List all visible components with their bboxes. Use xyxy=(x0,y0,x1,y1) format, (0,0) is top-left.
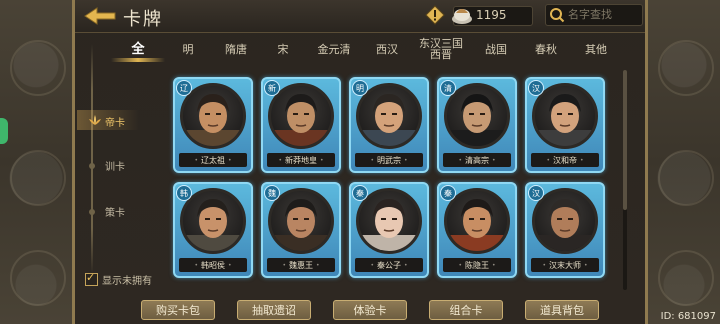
cloud-pattern xyxy=(10,150,66,206)
page-title: 卡牌 xyxy=(123,9,163,30)
dynasty-badge: 秦 xyxy=(440,185,456,201)
character-name: 汉和帝 xyxy=(531,153,599,167)
side-pull-tab[interactable] xyxy=(0,118,8,144)
cloud-pattern xyxy=(658,150,714,206)
dynasty-badge: 魏 xyxy=(264,185,280,201)
subnav-training-cards[interactable]: 训卡 xyxy=(89,158,125,173)
tab-jin-yuan-qing[interactable]: 金元清 xyxy=(305,34,363,64)
combo-card-button[interactable]: 组合卡 xyxy=(429,300,503,320)
search-box[interactable] xyxy=(545,4,643,26)
currency-value: 1195 xyxy=(476,8,507,22)
character-card[interactable]: 清清高宗 xyxy=(437,77,517,173)
cloud-pattern xyxy=(658,40,714,96)
dynasty-badge: 汉 xyxy=(528,80,544,96)
lotus-icon xyxy=(89,115,101,128)
character-card[interactable]: 秦陈隐王 xyxy=(437,182,517,278)
character-name: 清高宗 xyxy=(443,153,511,167)
tab-eastern-han-three-kingdoms[interactable]: 东汉三国 西晋 xyxy=(411,34,471,64)
scroll-thumb[interactable] xyxy=(623,70,627,210)
character-card[interactable]: 韩韩昭侯 xyxy=(173,182,253,278)
back-arrow-icon[interactable] xyxy=(83,6,117,26)
character-card[interactable]: 魏魏惠王 xyxy=(261,182,341,278)
tab-western-han[interactable]: 西汉 xyxy=(363,34,411,64)
dynasty-badge: 秦 xyxy=(352,185,368,201)
subnav-label: 帝卡 xyxy=(105,118,125,129)
tab-spring-autumn[interactable]: 春秋 xyxy=(521,34,571,64)
dynasty-badge: 明 xyxy=(352,80,368,96)
character-card[interactable]: 汉汉和帝 xyxy=(525,77,605,173)
character-name: 新莽地皇 xyxy=(267,153,335,167)
character-name: 明武宗 xyxy=(355,153,423,167)
show-unowned-toggle[interactable]: 显示未拥有 xyxy=(85,271,152,287)
dynasty-badge: 韩 xyxy=(176,185,192,201)
trial-card-button[interactable]: 体验卡 xyxy=(333,300,407,320)
item-bag-button[interactable]: 道具背包 xyxy=(525,300,599,320)
dynasty-badge: 清 xyxy=(440,80,456,96)
currency-display: 1195 xyxy=(450,3,533,27)
show-unowned-label: 显示未拥有 xyxy=(102,276,152,287)
bullet-icon xyxy=(89,208,95,215)
tab-ming[interactable]: 明 xyxy=(165,34,211,64)
show-unowned-checkbox[interactable] xyxy=(85,271,98,286)
bullet-icon xyxy=(89,162,95,169)
subnav-strategy-cards[interactable]: 策卡 xyxy=(89,204,125,219)
subnav-label: 训卡 xyxy=(105,162,125,173)
cloud-pattern xyxy=(658,250,714,306)
header-bar: 卡牌 1195 xyxy=(75,0,645,33)
search-icon[interactable] xyxy=(549,7,565,23)
left-decor-panel xyxy=(0,0,74,324)
right-decor-panel xyxy=(646,0,720,324)
search-input[interactable] xyxy=(568,6,640,22)
dynasty-badge: 汉 xyxy=(528,185,544,201)
cloud-pattern xyxy=(10,250,66,306)
character-card[interactable]: 秦秦公子 xyxy=(349,182,429,278)
cloud-pattern xyxy=(10,40,66,96)
character-card[interactable]: 辽辽太祖 xyxy=(173,77,253,173)
treasure-icon xyxy=(450,3,474,27)
tab-all[interactable]: 全 xyxy=(111,34,165,64)
dynasty-badge: 新 xyxy=(264,80,280,96)
subnav-emperor-cards[interactable]: 帝卡 xyxy=(89,114,125,129)
character-card[interactable]: 汉汉末大师 xyxy=(525,182,605,278)
card-board: 卡牌 1195 名字查找 全 明 隋唐 宋 金元清 西汉 东汉三国 西晋 战国 … xyxy=(72,0,648,324)
tab-song[interactable]: 宋 xyxy=(261,34,305,64)
character-card[interactable]: 新新莽地皇 xyxy=(261,77,341,173)
character-name: 魏惠王 xyxy=(267,258,335,272)
warning-icon[interactable] xyxy=(425,5,445,25)
character-name: 辽太祖 xyxy=(179,153,247,167)
scrollbar[interactable] xyxy=(623,70,627,290)
subnav-label: 策卡 xyxy=(105,208,125,219)
buy-card-pack-button[interactable]: 购买卡包 xyxy=(141,300,215,320)
tab-warring-states[interactable]: 战国 xyxy=(471,34,521,64)
character-card[interactable]: 明明武宗 xyxy=(349,77,429,173)
draw-edict-button[interactable]: 抽取遗诏 xyxy=(237,300,311,320)
tab-other[interactable]: 其他 xyxy=(571,34,621,64)
dynasty-badge: 辽 xyxy=(176,80,192,96)
player-id: ID: 681097 xyxy=(660,311,716,322)
dynasty-tabs: 全 明 隋唐 宋 金元清 西汉 东汉三国 西晋 战国 春秋 其他 xyxy=(103,34,643,64)
character-name: 韩昭侯 xyxy=(179,258,247,272)
tab-sui-tang[interactable]: 隋唐 xyxy=(211,34,261,64)
character-name: 陈隐王 xyxy=(443,258,511,272)
character-name: 汉末大师 xyxy=(531,258,599,272)
character-name: 秦公子 xyxy=(355,258,423,272)
